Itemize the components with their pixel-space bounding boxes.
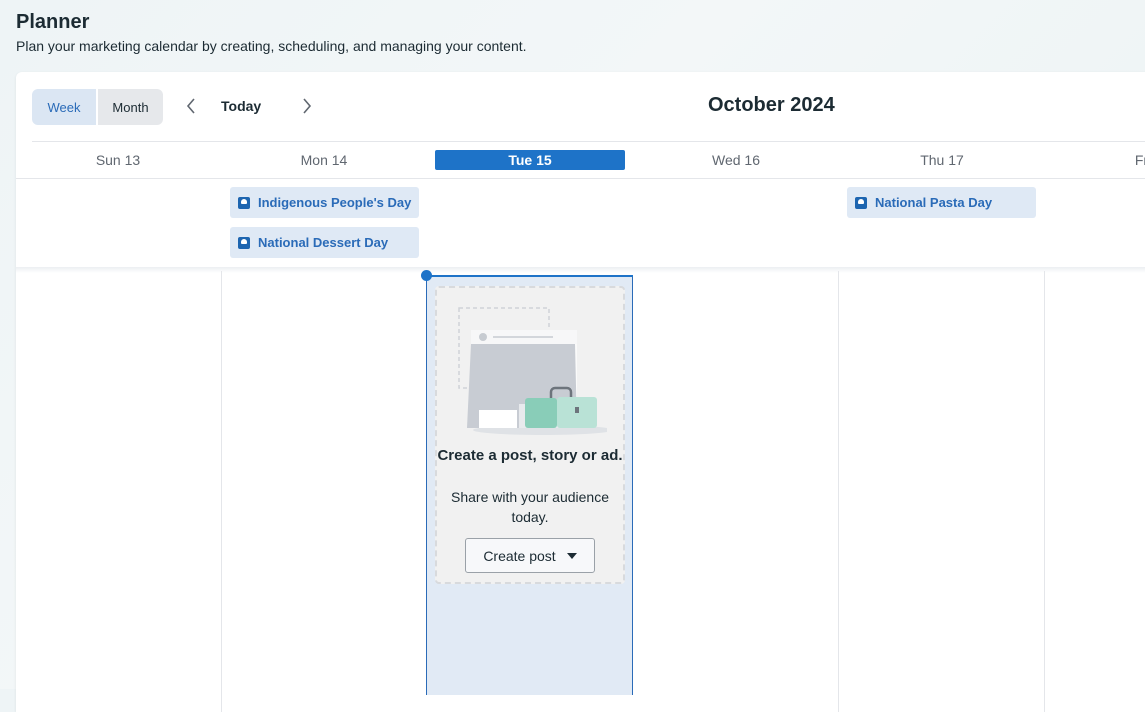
column-divider xyxy=(221,271,222,712)
header-divider xyxy=(16,178,1145,179)
day-header-today: Tue 15 xyxy=(435,150,625,170)
event-chip[interactable]: National Pasta Day xyxy=(847,187,1036,218)
event-label: National Pasta Day xyxy=(875,195,993,210)
previous-week-button[interactable] xyxy=(181,96,201,116)
day-header-sun: Sun 13 xyxy=(95,152,141,168)
event-label: National Dessert Day xyxy=(258,235,389,250)
day-header-fri: Fri xyxy=(1134,152,1145,168)
page-subtitle: Plan your marketing calendar by creating… xyxy=(16,38,527,54)
calendar-event-icon xyxy=(855,196,867,209)
view-toggle: Week Month xyxy=(32,89,163,125)
calendar-event-icon xyxy=(238,236,250,249)
toolbar-divider xyxy=(32,141,1145,142)
day-header-wed: Wed 16 xyxy=(712,152,760,168)
current-month-label: October 2024 xyxy=(708,94,835,116)
current-time-dot xyxy=(421,270,432,281)
event-label: Indigenous People's Day xyxy=(258,195,412,210)
planner-calendar: Week Month Today October 2024 Sun 13 Mon… xyxy=(16,72,1145,712)
column-divider xyxy=(1044,271,1045,712)
event-chip[interactable]: Indigenous People's Day xyxy=(230,187,419,218)
month-view-button[interactable]: Month xyxy=(98,89,163,125)
empty-state-text: Share with your audience today. xyxy=(451,489,609,525)
calendar-illustration-icon xyxy=(458,307,607,435)
day-header-thu: Thu 17 xyxy=(920,152,964,168)
page-title: Planner xyxy=(16,11,90,33)
week-view-button[interactable]: Week xyxy=(32,89,98,125)
day-header-mon: Mon 14 xyxy=(300,152,348,168)
calendar-event-icon xyxy=(238,196,250,209)
today-button[interactable]: Today xyxy=(221,96,261,116)
chevron-left-icon xyxy=(186,98,195,114)
event-chip[interactable]: National Dessert Day xyxy=(230,227,419,258)
empty-state-title: Create a post, story or ad. xyxy=(437,447,623,464)
chevron-right-icon xyxy=(303,98,312,114)
all-day-divider xyxy=(16,267,1145,273)
create-post-button[interactable]: Create post xyxy=(465,538,595,573)
empty-state-card: Create a post, story or ad. Share with y… xyxy=(435,286,625,584)
next-week-button[interactable] xyxy=(297,96,317,116)
create-post-label: Create post xyxy=(483,547,556,564)
column-divider xyxy=(838,271,839,712)
current-time-line xyxy=(426,275,633,277)
caret-down-icon xyxy=(566,552,577,559)
